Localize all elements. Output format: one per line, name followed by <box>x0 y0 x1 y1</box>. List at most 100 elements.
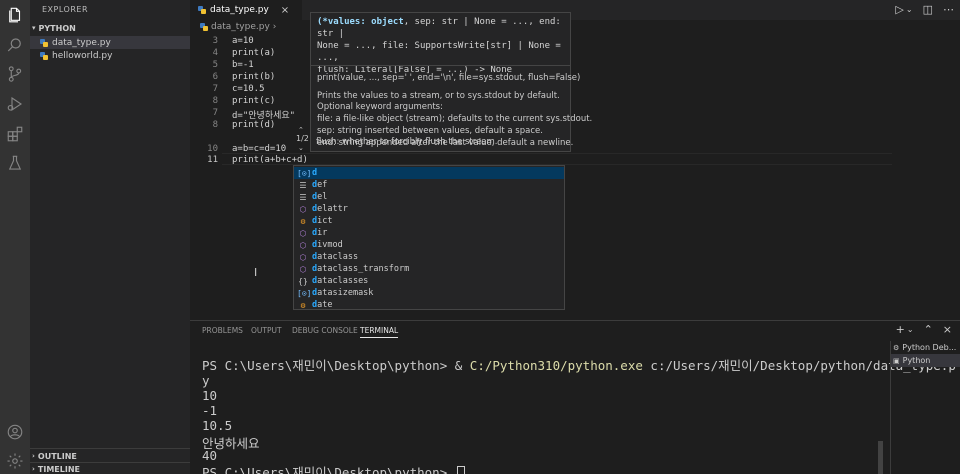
extensions-icon[interactable] <box>5 124 25 144</box>
chevron-up-icon[interactable]: ⌃ <box>298 126 304 134</box>
chevron-down-icon: ▾ <box>32 24 36 32</box>
doc-line: file: a file-like object (stream); defau… <box>317 114 593 124</box>
line-number: 7 <box>212 84 218 94</box>
file-label: data_type.py <box>52 37 111 48</box>
outline-section[interactable]: › OUTLINE <box>32 450 77 462</box>
suggestion-item[interactable]: [⊙] datasizemask <box>294 287 564 299</box>
tab-data-type[interactable]: data_type.py × <box>190 0 302 20</box>
doc-line: Optional keyword arguments: <box>317 102 443 112</box>
signature-counter: 1/2 <box>296 134 309 143</box>
suggestion-rest: ate <box>317 300 333 310</box>
line-number: 3 <box>212 36 218 46</box>
file-label: helloworld.py <box>52 50 113 61</box>
editor-actions: ▷ ⌄ ◫ ⋯ <box>895 3 954 16</box>
suggestion-label: del <box>312 192 327 202</box>
tab-label: data_type.py <box>210 5 269 15</box>
suggestion-list[interactable]: [⊙] d ☰ def ☰ del ⬡ delattr ⚙ dict ⬡ dir ⬡ divmod ⬡ dat… <box>293 165 565 310</box>
code-line[interactable]: print(c) <box>232 96 275 106</box>
timeline-label: TIMELINE <box>37 464 80 474</box>
suggestion-label: def <box>312 180 327 190</box>
terminal-instance-label: Python <box>902 356 931 365</box>
files-icon[interactable] <box>5 5 25 25</box>
code-line[interactable]: print(a) <box>232 48 275 58</box>
current-line-highlight <box>222 153 892 165</box>
search-icon[interactable] <box>5 35 25 55</box>
suggestion-item[interactable]: ⚙ dict <box>294 215 564 227</box>
terminal-line: y <box>202 373 210 388</box>
tab-terminal[interactable]: TERMINAL <box>360 326 399 338</box>
terminal-instance-label: Python Deb... <box>902 343 957 352</box>
editor-tab-bar: data_type.py × ▷ ⌄ ◫ ⋯ <box>190 0 960 20</box>
function-icon: ⬡ <box>299 228 307 238</box>
suggestion-rest: ataclass_transform <box>317 264 410 274</box>
line-number: 10 <box>207 144 218 154</box>
suggestion-item[interactable]: ⬡ dataclass_transform <box>294 263 564 275</box>
suggestion-rest: ivmod <box>317 240 343 250</box>
suggestion-rest: elattr <box>317 204 348 214</box>
run-debug-icon[interactable] <box>5 94 25 114</box>
tab-problems[interactable]: PROBLEMS <box>202 326 243 335</box>
code-line[interactable]: a=b=c=d=10 <box>232 144 286 154</box>
suggestion-label: delattr <box>312 204 348 214</box>
suggestion-item[interactable]: ⬡ delattr <box>294 203 564 215</box>
suggestion-item[interactable]: ☰ del <box>294 191 564 203</box>
source-control-icon[interactable] <box>5 64 25 84</box>
folder-python[interactable]: ▾ PYTHON <box>32 22 188 34</box>
timeline-section[interactable]: › TIMELINE <box>32 463 80 474</box>
suggestion-item[interactable]: ⬡ dir <box>294 227 564 239</box>
split-editor-icon[interactable]: ◫ <box>923 3 933 16</box>
text-cursor-icon: I <box>254 266 258 279</box>
terminal-line[interactable]: PS C:\Users\재민이\Desktop\python> <box>202 462 465 474</box>
chevron-right-icon: › <box>272 22 277 32</box>
breadcrumb[interactable]: data_type.py › <box>200 22 276 32</box>
close-icon[interactable]: × <box>281 5 289 16</box>
code-line[interactable]: a=10 <box>232 36 254 46</box>
terminal-line: PS C:\Users\재민이\Desktop\python> & C:/Pyt… <box>202 355 956 374</box>
more-icon[interactable]: ⋯ <box>943 3 954 16</box>
code-line[interactable]: print(b) <box>232 72 275 82</box>
terminal-scrollbar[interactable] <box>878 441 883 474</box>
suggestion-item[interactable]: ⬡ dataclass <box>294 251 564 263</box>
terminal-instance-debug[interactable]: ⚙ Python Deb... <box>891 341 960 354</box>
line-number: 8 <box>212 120 218 130</box>
close-icon[interactable]: × <box>943 323 952 336</box>
suggestion-item[interactable]: {} dataclasses <box>294 275 564 287</box>
terminal-output: 40 <box>202 448 218 463</box>
panel-actions: + ⌄ ⌃ × <box>896 323 952 336</box>
terminal-icon: ▣ <box>893 356 900 365</box>
chevron-down-icon[interactable]: ⌄ <box>298 144 304 152</box>
file-data-type[interactable]: data_type.py <box>30 36 190 49</box>
code-line[interactable]: b=-1 <box>232 60 254 70</box>
suggestion-item[interactable]: ⬡ divmod <box>294 239 564 251</box>
divider <box>311 65 570 66</box>
terminal-instance-python[interactable]: ▣ Python <box>891 354 960 367</box>
suggestion-label: dir <box>312 228 327 238</box>
suggestion-item[interactable]: [⊙] d <box>294 167 564 179</box>
variable-icon: [⊙] <box>297 288 312 298</box>
chevron-down-icon[interactable]: ⌄ <box>907 325 914 336</box>
code-line[interactable]: c=10.5 <box>232 84 265 94</box>
account-icon[interactable] <box>5 422 25 442</box>
doc-line: Prints the values to a stream, or to sys… <box>317 91 560 101</box>
terminal-output: -1 <box>202 403 218 418</box>
line-number: 7 <box>212 108 218 118</box>
file-helloworld[interactable]: helloworld.py <box>30 49 190 62</box>
tab-debug-console[interactable]: DEBUG CONSOLE <box>292 326 358 335</box>
keyword-icon: ☰ <box>299 180 307 190</box>
code-line[interactable]: print(d) <box>232 120 275 130</box>
maximize-icon[interactable]: ⌃ <box>924 323 933 336</box>
testing-icon[interactable] <box>5 153 25 173</box>
terminal-output: 10.5 <box>202 418 233 433</box>
line-number: 5 <box>212 60 218 70</box>
line-number: 11 <box>207 155 218 165</box>
tab-output[interactable]: OUTPUT <box>251 326 282 335</box>
add-icon[interactable]: + <box>896 323 905 336</box>
code-line[interactable]: print(a+b+c+d) <box>232 155 308 165</box>
suggestion-item[interactable]: ⚙ date <box>294 299 564 311</box>
settings-gear-icon[interactable] <box>5 451 25 471</box>
run-icon[interactable]: ▷ <box>895 3 903 16</box>
suggestion-item[interactable]: ☰ def <box>294 179 564 191</box>
variable-icon: [⊙] <box>297 168 312 178</box>
chevron-down-icon[interactable]: ⌄ <box>906 5 913 16</box>
class-icon: ⚙ <box>300 216 306 226</box>
